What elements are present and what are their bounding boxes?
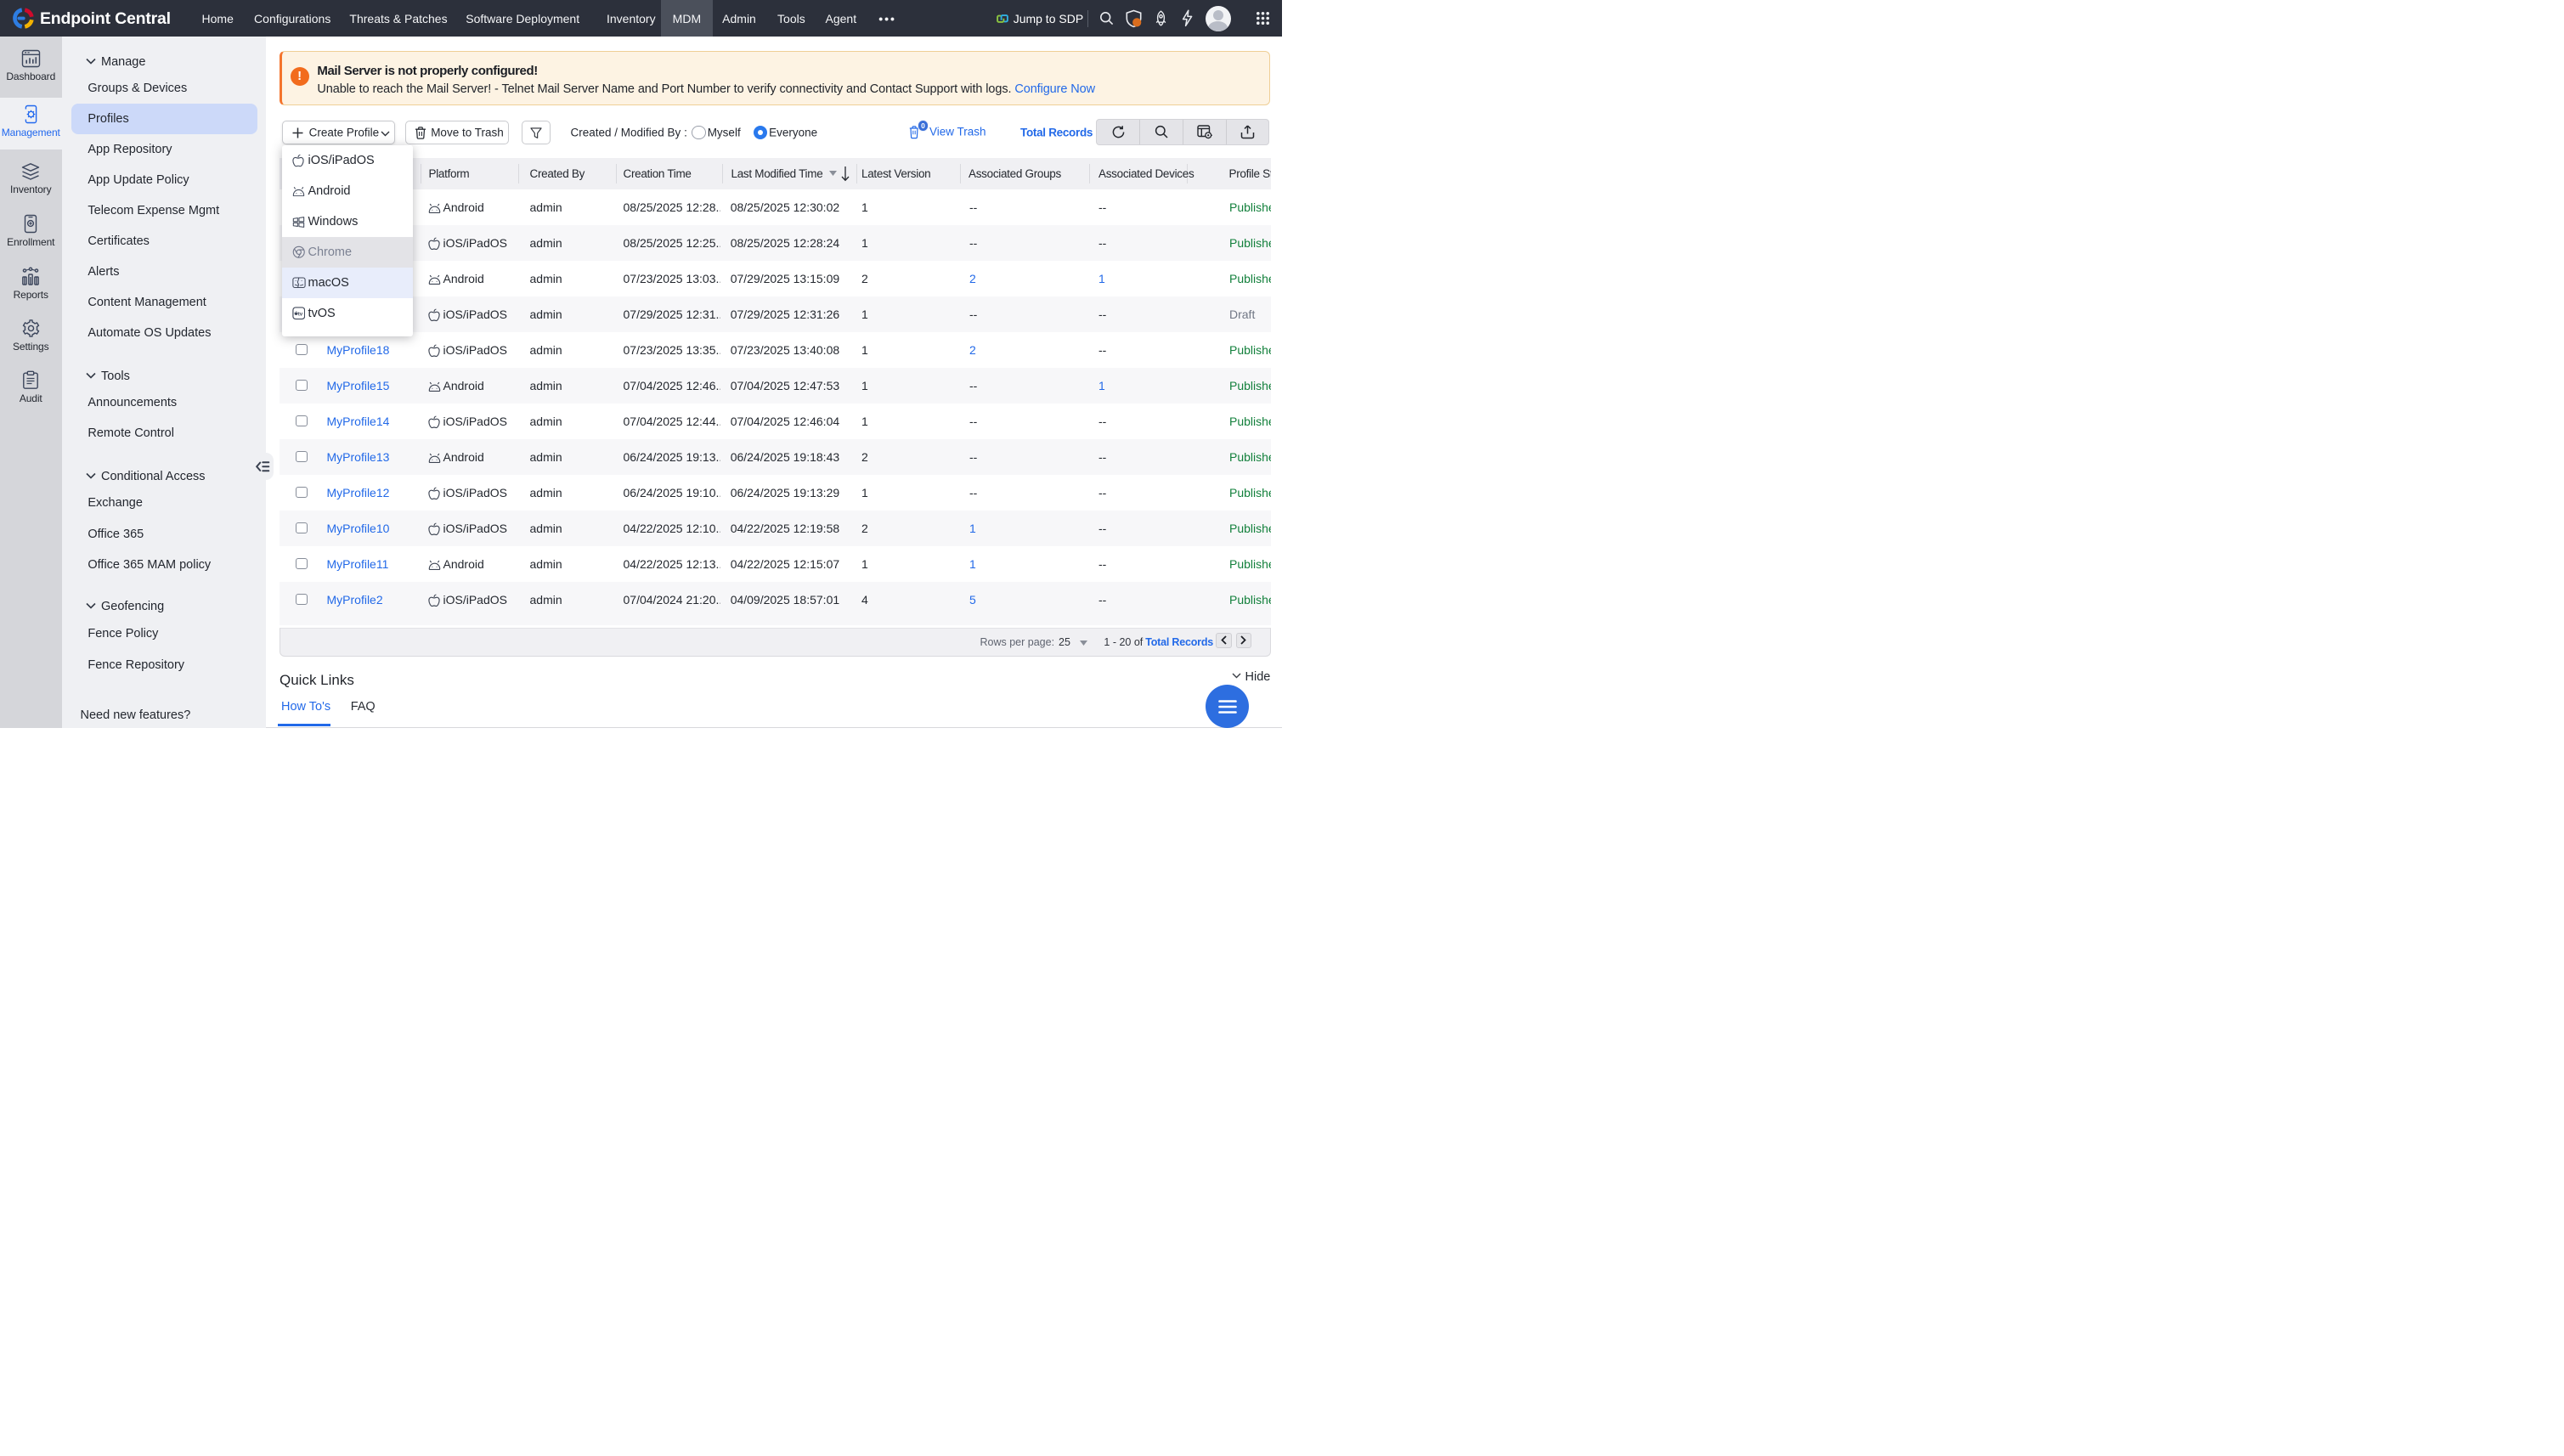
svg-text:tv: tv — [297, 312, 302, 318]
